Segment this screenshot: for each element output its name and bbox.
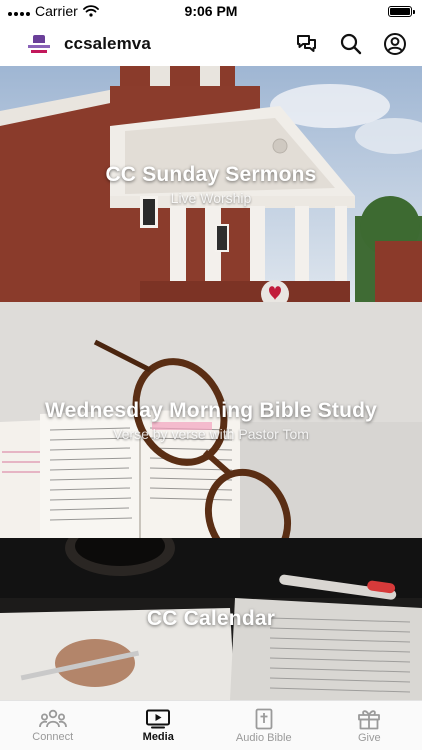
play-icon [146, 709, 171, 728]
media-list: CC Sunday Sermons Live Worship Wednesday… [0, 66, 422, 700]
wifi-icon [82, 5, 99, 17]
app-title: ccsalemva [64, 34, 151, 53]
card-overlay: CC Sunday Sermons Live Worship [0, 66, 422, 302]
card-overlay: Wednesday Morning Bible Study Verse by v… [0, 302, 422, 538]
battery-icon [388, 5, 415, 17]
card-subtitle: Live Worship [170, 189, 252, 206]
tab-label: Connect [32, 730, 74, 743]
card-title: CC Calendar [146, 607, 276, 630]
card-subtitle: Verse by verse with Pastor Tom [113, 425, 309, 442]
tab-connect[interactable]: Connect [0, 701, 106, 750]
header-actions [294, 31, 408, 57]
profile-icon[interactable] [382, 31, 408, 57]
tab-audio-bible[interactable]: Audio Bible [211, 701, 317, 750]
tab-give[interactable]: Give [317, 701, 422, 750]
card-title: CC Sunday Sermons [105, 162, 317, 186]
card-overlay: CC Calendar [0, 538, 422, 700]
tab-label: Media [142, 730, 174, 743]
people-icon [38, 709, 67, 727]
media-card-calendar[interactable]: CC Calendar [0, 538, 422, 700]
bible-icon [255, 708, 273, 729]
media-card-sunday-sermons[interactable]: CC Sunday Sermons Live Worship [0, 66, 422, 302]
status-bar: Carrier 9:06 PM [0, 0, 422, 22]
carrier-label: Carrier [35, 3, 78, 19]
tab-label: Audio Bible [235, 731, 292, 744]
status-left: Carrier [8, 3, 99, 19]
media-card-bible-study[interactable]: Wednesday Morning Bible Study Verse by v… [0, 302, 422, 538]
signal-icon [8, 7, 30, 16]
tab-bar: Connect Media Audio Bible Give [0, 700, 422, 750]
search-icon[interactable] [338, 31, 364, 57]
app-header: ccsalemva [0, 22, 422, 66]
tab-media[interactable]: Media [106, 701, 212, 750]
tab-label: Give [357, 731, 381, 744]
chat-bubbles-icon[interactable] [294, 31, 320, 57]
card-title: Wednesday Morning Bible Study [44, 398, 378, 422]
gift-icon [358, 709, 381, 729]
battery-fill [390, 7, 410, 15]
church-logo [26, 31, 52, 57]
